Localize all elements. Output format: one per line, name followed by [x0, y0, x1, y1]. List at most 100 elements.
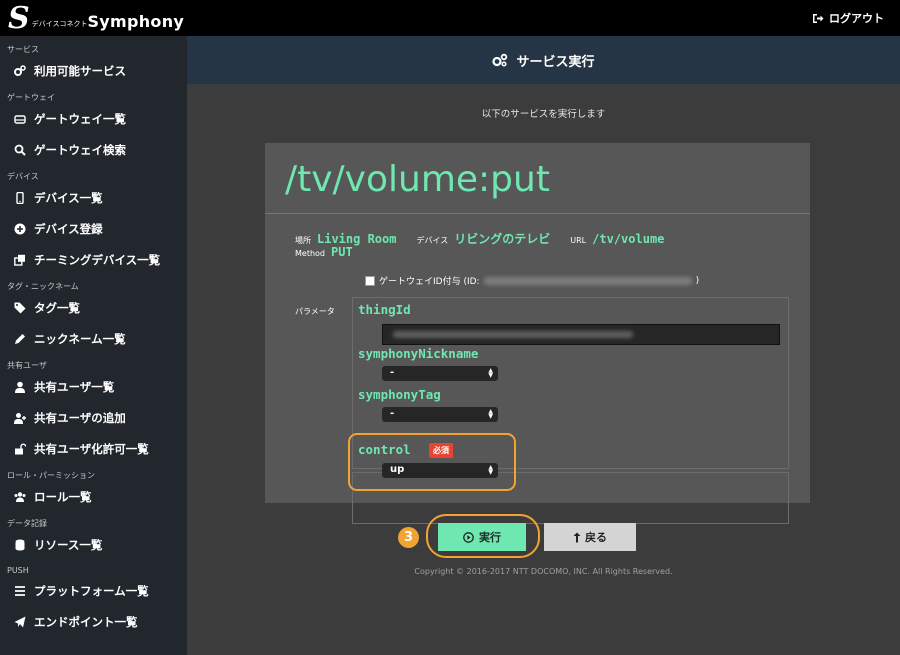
sidebar-item-label: ロール一覧: [34, 489, 92, 504]
user-icon: [15, 381, 25, 393]
method-value: PUT: [331, 245, 353, 259]
tag-select[interactable]: - ▲ ▼: [382, 407, 498, 422]
search-icon: [14, 144, 26, 156]
sidebar-section-push: PUSH: [7, 566, 29, 575]
sign-out-icon: [813, 13, 824, 23]
sidebar-item-label: 共有ユーザ一覧: [34, 379, 115, 394]
sidebar-item-label: タグ一覧: [34, 300, 80, 315]
sidebar-item-device-register[interactable]: デバイス登録: [0, 213, 187, 244]
hdd-icon: [14, 114, 26, 124]
gears-icon: [492, 53, 508, 67]
sidebar: サービス 利用可能サービス ゲートウェイ ゲートウェイ一覧 ゲートウェイ検索 デ…: [0, 36, 187, 655]
sidebar-item-label: デバイス登録: [34, 221, 103, 236]
sidebar-item-label: プラットフォーム一覧: [34, 583, 149, 598]
step-badge: 3: [398, 527, 419, 548]
sidebar-section-tag-nickname: タグ・ニックネーム: [7, 282, 79, 291]
sidebar-section-shared-user: 共有ユーザ: [7, 361, 47, 370]
sidebar-section-role-permission: ロール・パーミッション: [7, 471, 95, 480]
run-button-label: 実行: [479, 531, 501, 544]
users-icon: [14, 491, 26, 502]
nickname-select[interactable]: - ▲ ▼: [382, 366, 498, 381]
sidebar-section-data-record: データ記録: [7, 519, 47, 528]
method-label: Method: [295, 249, 326, 258]
param-tag-label: symphonyTag: [358, 387, 441, 402]
main-content: サービス実行 以下のサービスを実行します /tv/volume:put 場所 Li…: [187, 36, 900, 655]
clone-icon: [14, 254, 25, 266]
sidebar-item-role-list[interactable]: ロール一覧: [0, 481, 187, 512]
sidebar-item-label: ゲートウェイ検索: [34, 142, 126, 157]
top-bar: S デバイスコネクト Symphony ログアウト: [0, 0, 900, 36]
sidebar-item-label: デバイス一覧: [34, 190, 103, 205]
sidebar-item-label: 共有ユーザの追加: [34, 410, 126, 425]
level-up-icon: [573, 532, 581, 542]
list-icon: [15, 585, 25, 596]
thingid-input[interactable]: [382, 324, 780, 345]
control-highlight: [348, 433, 516, 491]
send-icon: [14, 616, 26, 627]
gateway-id-checkbox-row: ゲートウェイID付与 (ID:): [365, 274, 699, 287]
page-header: サービス実行: [187, 36, 900, 84]
sidebar-item-gateway-search[interactable]: ゲートウェイ検索: [0, 134, 187, 165]
sidebar-item-device-list[interactable]: デバイス一覧: [0, 182, 187, 213]
sidebar-item-gateway-list[interactable]: ゲートウェイ一覧: [0, 103, 187, 134]
tags-icon: [14, 302, 26, 313]
device-value: リビングのテレビ: [454, 232, 551, 246]
gateway-id-checkbox[interactable]: [365, 275, 375, 286]
service-path: /tv/volume:put: [285, 159, 550, 200]
sidebar-item-shared-user-add[interactable]: 共有ユーザの追加: [0, 402, 187, 433]
gateway-id-checkbox-suffix: ): [695, 275, 700, 286]
page-title: サービス実行: [516, 54, 595, 70]
sidebar-item-available-services[interactable]: 利用可能サービス: [0, 55, 187, 86]
plus-circle-icon: [14, 223, 26, 234]
sidebar-item-label: ニックネーム一覧: [34, 331, 126, 346]
service-card: /tv/volume:put 場所 Living Room デバイス リビングのテレビ…: [265, 143, 810, 524]
logo-brand-text: Symphony: [87, 11, 185, 31]
param-thingid-label: thingId: [358, 302, 411, 317]
sidebar-item-label: ゲートウェイ一覧: [34, 111, 126, 126]
select-arrows-icon: ▲ ▼: [488, 367, 493, 379]
gateway-id-checkbox-label: ゲートウェイID付与 (ID:: [379, 277, 480, 287]
logo[interactable]: S デバイスコネクト Symphony: [8, 2, 184, 36]
back-button[interactable]: 戻る: [544, 523, 636, 551]
nickname-select-value: -: [390, 367, 395, 378]
sidebar-item-teaming-device-list[interactable]: チーミングデバイス一覧: [0, 244, 187, 275]
database-icon: [15, 539, 25, 550]
logout-button[interactable]: ログアウト: [812, 10, 884, 26]
device-label: デバイス: [416, 236, 449, 245]
pencil-icon: [15, 333, 25, 344]
sidebar-item-label: エンドポイント一覧: [34, 614, 138, 629]
meta-row-2: Method PUT: [295, 245, 373, 259]
sidebar-item-shared-user-permission-list[interactable]: 共有ユーザ化許可一覧: [0, 433, 187, 464]
select-arrows-icon: ▲ ▼: [488, 408, 493, 420]
sidebar-section-service: サービス: [7, 45, 39, 54]
unlock-icon: [15, 443, 26, 454]
tag-select-value: -: [390, 408, 395, 419]
copyright: Copyright © 2016-2017 NTT DOCOMO, INC. A…: [414, 567, 673, 576]
sidebar-item-shared-user-list[interactable]: 共有ユーザ一覧: [0, 371, 187, 402]
place-label: 場所: [295, 236, 311, 245]
params-label: パラメータ: [295, 307, 335, 316]
divider: [265, 213, 810, 214]
param-nickname-label: symphonyNickname: [358, 346, 479, 361]
sidebar-item-endpoint-list[interactable]: エンドポイント一覧: [0, 606, 187, 637]
run-button[interactable]: 実行: [438, 523, 526, 551]
gateway-id-blurred: [483, 276, 692, 285]
sidebar-item-tag-list[interactable]: タグ一覧: [0, 292, 187, 323]
sidebar-item-platform-list[interactable]: プラットフォーム一覧: [0, 575, 187, 606]
sidebar-section-gateway: ゲートウェイ: [7, 93, 55, 102]
logo-small-text: デバイスコネクト: [31, 20, 88, 28]
user-plus-icon: [14, 412, 26, 424]
place-value: Living Room: [317, 232, 397, 246]
play-circle-icon: [463, 531, 474, 543]
sidebar-section-device: デバイス: [7, 172, 39, 181]
sidebar-item-label: チーミングデバイス一覧: [34, 252, 161, 267]
sidebar-item-resource-list[interactable]: リソース一覧: [0, 529, 187, 560]
gears-icon: [14, 64, 26, 76]
sidebar-item-label: リソース一覧: [34, 537, 103, 552]
mobile-icon: [16, 191, 24, 204]
sidebar-item-label: 利用可能サービス: [34, 63, 126, 78]
url-value: /tv/volume: [592, 232, 665, 246]
sidebar-item-nickname-list[interactable]: ニックネーム一覧: [0, 323, 187, 354]
sidebar-item-label: 共有ユーザ化許可一覧: [34, 441, 149, 456]
page-subtitle: 以下のサービスを実行します: [481, 109, 606, 120]
